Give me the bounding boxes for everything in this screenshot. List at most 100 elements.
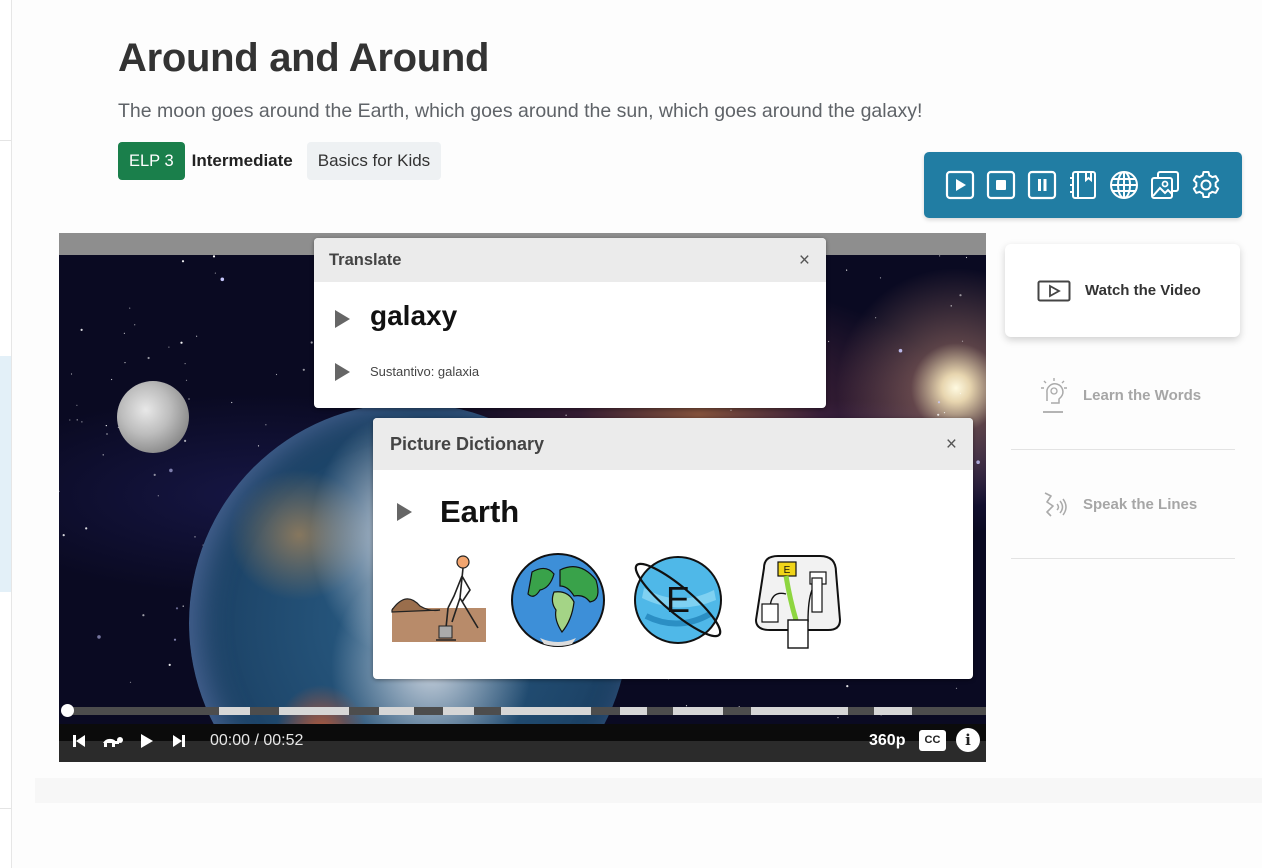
sidebar-active-item[interactable]: [0, 356, 11, 592]
toolbar-stop-button[interactable]: [985, 169, 1017, 201]
star: [180, 341, 183, 344]
star: [231, 401, 233, 404]
video-time: 00:00 / 00:52: [210, 732, 304, 749]
star: [212, 255, 216, 258]
play-button[interactable]: [139, 730, 155, 752]
star: [129, 307, 131, 309]
caption-segment-marker[interactable]: [619, 707, 648, 715]
star: [950, 305, 952, 307]
caption-segment-marker[interactable]: [873, 707, 913, 715]
star: [153, 473, 156, 476]
play-definition-audio-icon[interactable]: [335, 363, 350, 381]
star: [111, 378, 113, 381]
star: [123, 332, 125, 334]
star: [965, 256, 968, 259]
star: [168, 346, 170, 348]
earth-soil-digging-image: [391, 555, 486, 642]
translate-popup-title: Translate: [329, 250, 402, 269]
play-word-audio-icon[interactable]: [335, 310, 350, 328]
star: [959, 294, 962, 297]
caption-segment-marker[interactable]: [218, 707, 250, 715]
skip-back-icon: [73, 735, 85, 747]
dictionary-icon: [1070, 171, 1096, 199]
level-name: Intermediate: [191, 151, 293, 170]
toolbar-pause-button[interactable]: [1026, 169, 1058, 201]
earth-wire-plug-image: E: [754, 555, 842, 649]
caption-segment-marker[interactable]: [501, 707, 592, 715]
caption-segment-marker[interactable]: [279, 707, 350, 715]
star: [185, 379, 188, 381]
star: [565, 414, 567, 416]
star: [59, 490, 60, 492]
info-button[interactable]: i: [956, 728, 980, 752]
globe-icon: [1110, 171, 1138, 199]
slow-speed-button[interactable]: [101, 730, 125, 752]
star: [196, 335, 198, 337]
star: [106, 433, 108, 435]
star: [730, 409, 732, 411]
toolbar-picture-dictionary-button[interactable]: [1149, 169, 1181, 201]
star: [76, 404, 78, 406]
star: [955, 687, 958, 689]
sidebar-divider: [0, 808, 11, 809]
close-icon[interactable]: ×: [799, 251, 810, 270]
close-icon[interactable]: ×: [946, 435, 957, 454]
video-icon: [1037, 280, 1071, 301]
star: [275, 373, 278, 376]
quality-selector[interactable]: 360p: [869, 730, 905, 752]
skip-forward-button[interactable]: [171, 730, 187, 752]
star: [937, 413, 940, 416]
step-speak-lines[interactable]: Speak the Lines: [1011, 451, 1235, 559]
star: [220, 277, 225, 282]
toolbar-dictionary-button[interactable]: [1067, 169, 1099, 201]
translate-word: galaxy: [370, 300, 458, 331]
star: [184, 363, 186, 365]
toolbar-translate-button[interactable]: [1108, 169, 1140, 201]
play-word-audio-icon[interactable]: [397, 503, 412, 521]
earth-planet-letter-e-image: E: [634, 556, 722, 644]
translate-definition: Sustantivo: galaxia: [370, 364, 480, 379]
star: [310, 341, 313, 344]
star: [879, 277, 882, 279]
left-sidebar-rail: [0, 0, 12, 868]
lesson-subtitle: The moon goes around the Earth, which go…: [118, 100, 923, 122]
step-label: Speak the Lines: [1083, 496, 1198, 513]
star: [102, 454, 104, 456]
star: [184, 439, 187, 442]
course-tag[interactable]: Basics for Kids: [306, 142, 442, 180]
star: [182, 605, 184, 607]
picture-list: E E: [390, 550, 846, 650]
play-icon: [945, 170, 975, 200]
skip-back-button[interactable]: [71, 730, 87, 752]
turtle-icon: [103, 737, 123, 747]
star: [76, 419, 78, 421]
step-label: Watch the Video: [1085, 282, 1201, 299]
star: [828, 340, 830, 343]
step-watch-video[interactable]: Watch the Video: [1005, 244, 1240, 337]
caption-segment-marker[interactable]: [673, 707, 723, 715]
video-progress-bar[interactable]: [61, 704, 986, 717]
stop-icon: [986, 170, 1016, 200]
svg-text:E: E: [784, 565, 791, 576]
star: [943, 412, 946, 414]
earth-globe-image: [511, 553, 605, 647]
star: [959, 392, 962, 395]
pause-icon: [1027, 170, 1057, 200]
sidebar-divider: [0, 140, 11, 141]
picture-dictionary-header[interactable]: Picture Dictionary ×: [373, 418, 973, 470]
caption-segment-marker[interactable]: [443, 707, 474, 715]
captions-button[interactable]: CC: [919, 730, 946, 751]
star: [173, 638, 177, 641]
translate-popup-header[interactable]: Translate ×: [314, 238, 826, 282]
progress-scrubber-handle[interactable]: [61, 704, 74, 717]
step-learn-words[interactable]: Learn the Words: [1011, 342, 1235, 450]
skip-forward-icon: [173, 735, 185, 747]
toolbar-play-button[interactable]: [944, 169, 976, 201]
caption-segment-marker[interactable]: [378, 707, 414, 715]
star: [175, 607, 179, 610]
star: [188, 398, 190, 400]
toolbar-settings-button[interactable]: [1190, 169, 1222, 201]
caption-segment-marker[interactable]: [751, 707, 848, 715]
star: [837, 717, 839, 719]
reader-toolbar: [924, 152, 1242, 218]
